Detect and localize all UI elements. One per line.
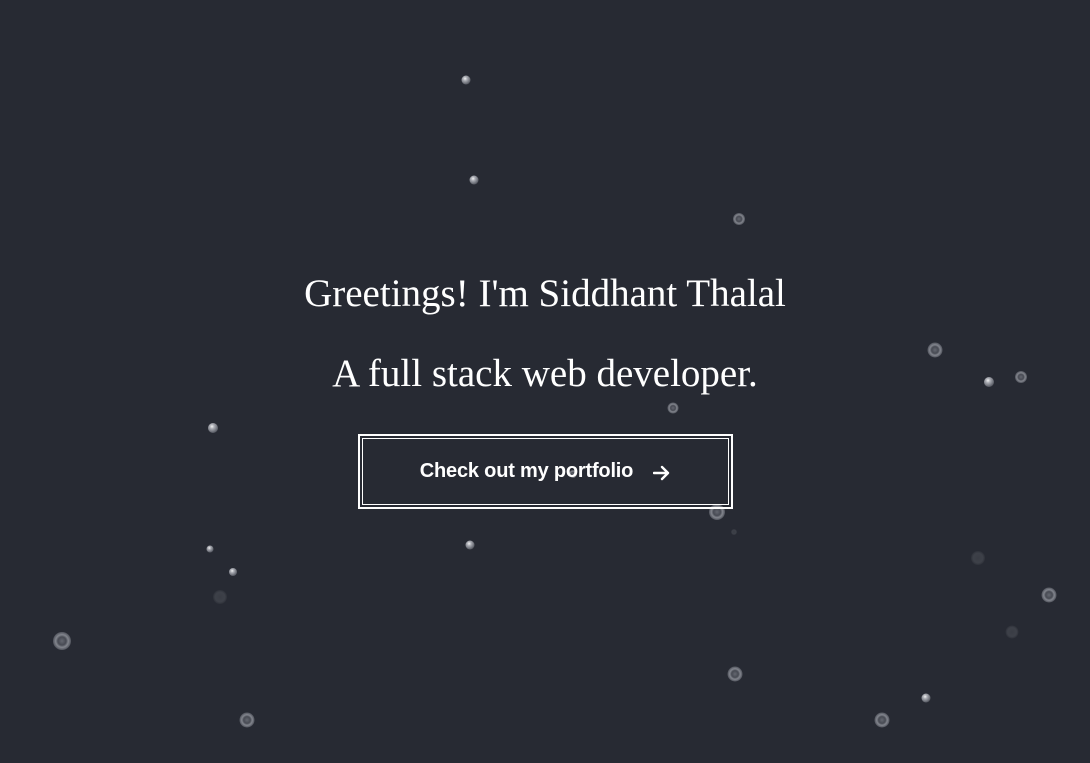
greeting-heading: Greetings! I'm Siddhant Thalal [304, 272, 786, 315]
arrow-right-icon [652, 464, 671, 480]
portfolio-button[interactable]: Check out my portfolio [358, 434, 733, 509]
hero-section: Greetings! I'm Siddhant Thalal A full st… [0, 0, 1090, 763]
landing-page: Greetings! I'm Siddhant Thalal A full st… [0, 0, 1090, 763]
tagline-text: A full stack web developer. [332, 352, 758, 395]
portfolio-button-label: Check out my portfolio [419, 460, 634, 482]
